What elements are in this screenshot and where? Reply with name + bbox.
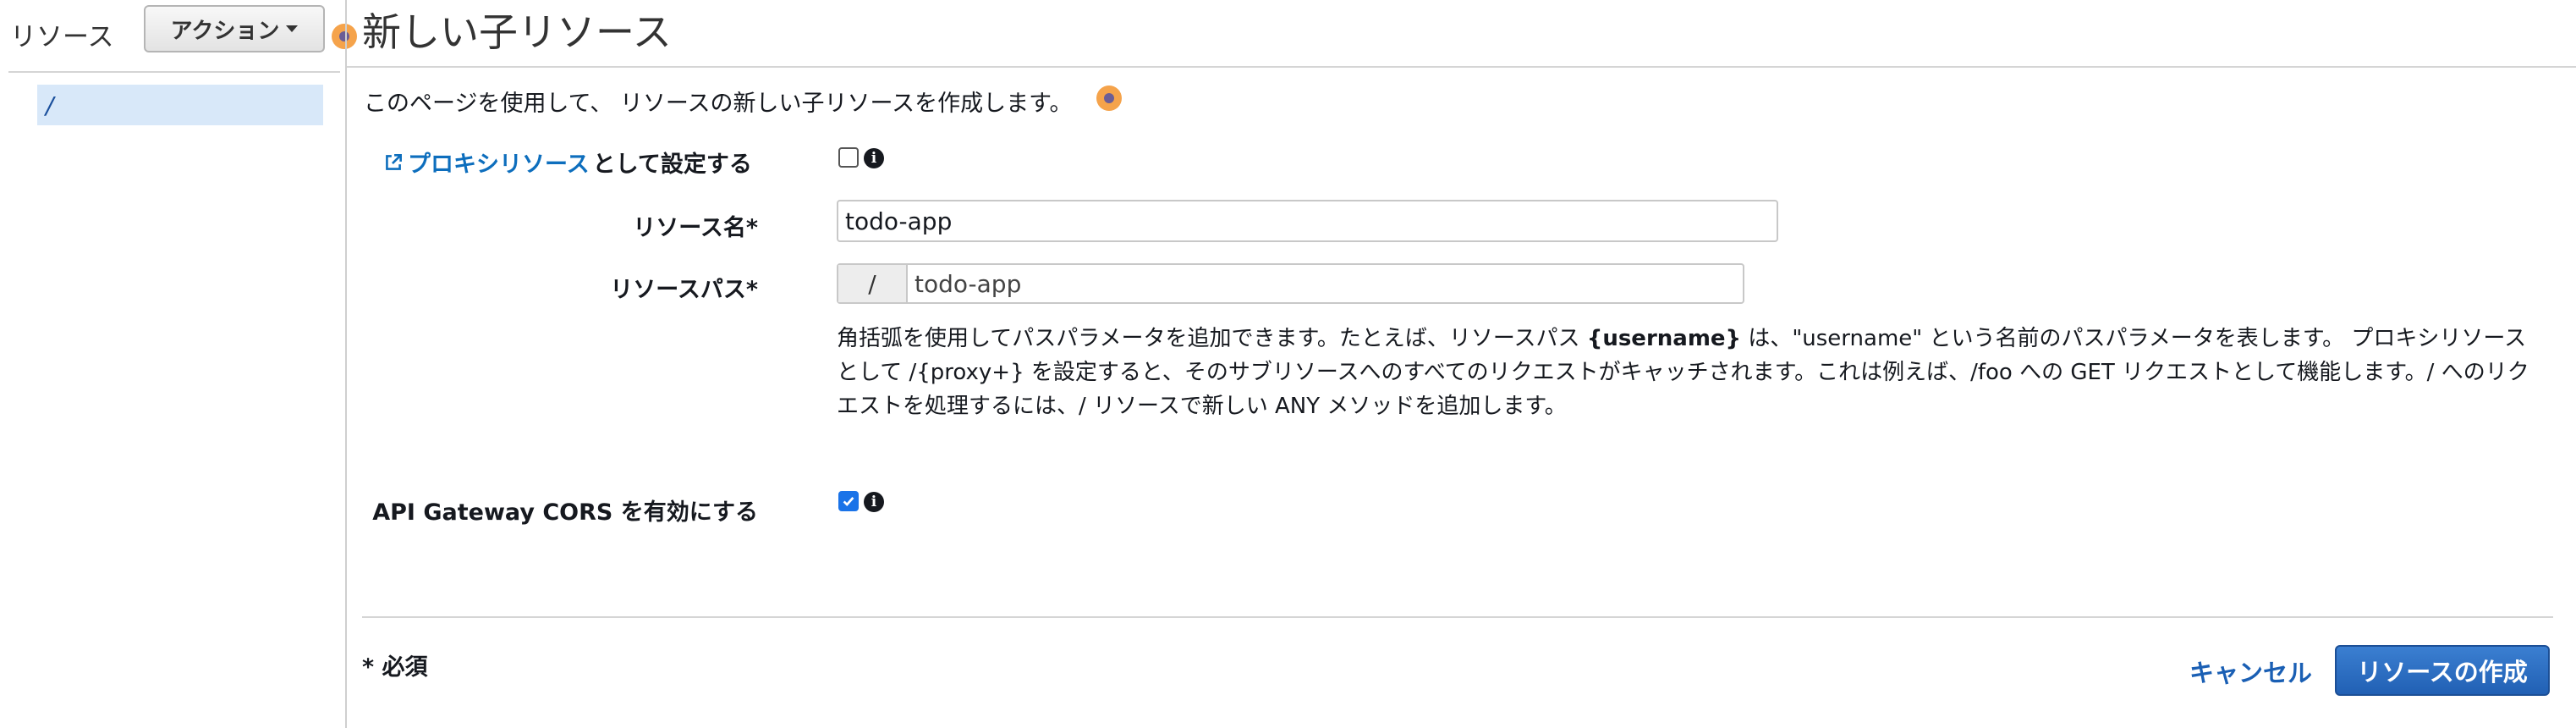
page-description: このページを使用して、 リソースの新しい子リソースを作成します。 [364,91,1073,117]
actions-label: アクション [170,18,280,44]
page-title: 新しい子リソース [362,9,672,55]
resource-path-prefix: / [838,265,908,302]
sidebar-divider [8,71,340,73]
proxy-resource-checkbox[interactable] [838,147,859,168]
help-dot-icon[interactable] [332,24,357,49]
resource-name-label: リソース名* [633,215,758,241]
title-divider [347,66,2576,68]
caret-down-icon [286,25,299,32]
proxy-resource-label: プロキシリソース として設定する [382,146,752,179]
sidebar-title: リソース [10,22,114,52]
resource-name-value: todo-app [845,207,953,235]
checkmark-icon [843,497,854,507]
cors-label: API Gateway CORS を有効にする [372,499,758,526]
help-dot-icon[interactable] [1096,85,1122,111]
proxy-resource-link[interactable]: プロキシリソース [408,146,590,179]
footer-divider [362,616,2553,618]
panel-separator [345,0,347,728]
info-icon[interactable]: i [864,148,884,168]
resource-name-input[interactable]: todo-app [837,200,1778,242]
help-text-part1: 角括弧を使用してパスパラメータを追加できます。たとえば、リソースパス [837,326,1587,351]
required-note: * 必須 [362,654,428,681]
help-text-username: {username} [1586,326,1742,351]
resource-path-input[interactable]: todo-app [908,265,1743,302]
path-parameter-help: 角括弧を使用してパスパラメータを追加できます。たとえば、リソースパス {user… [837,322,2546,423]
create-resource-button[interactable]: リソースの作成 [2335,645,2550,696]
cancel-button[interactable]: キャンセル [2189,654,2312,689]
cors-checkbox[interactable] [838,491,859,511]
resource-tree-item-root[interactable]: / [37,85,323,125]
proxy-resource-suffix: として設定する [592,152,752,178]
info-icon[interactable]: i [864,492,884,512]
external-link-icon [386,153,402,170]
resource-path-field[interactable]: / todo-app [837,263,1744,304]
resource-path-label: リソースパス* [610,277,758,303]
actions-dropdown-button[interactable]: アクション [144,5,325,52]
resource-tree-item-label: / [46,91,54,119]
